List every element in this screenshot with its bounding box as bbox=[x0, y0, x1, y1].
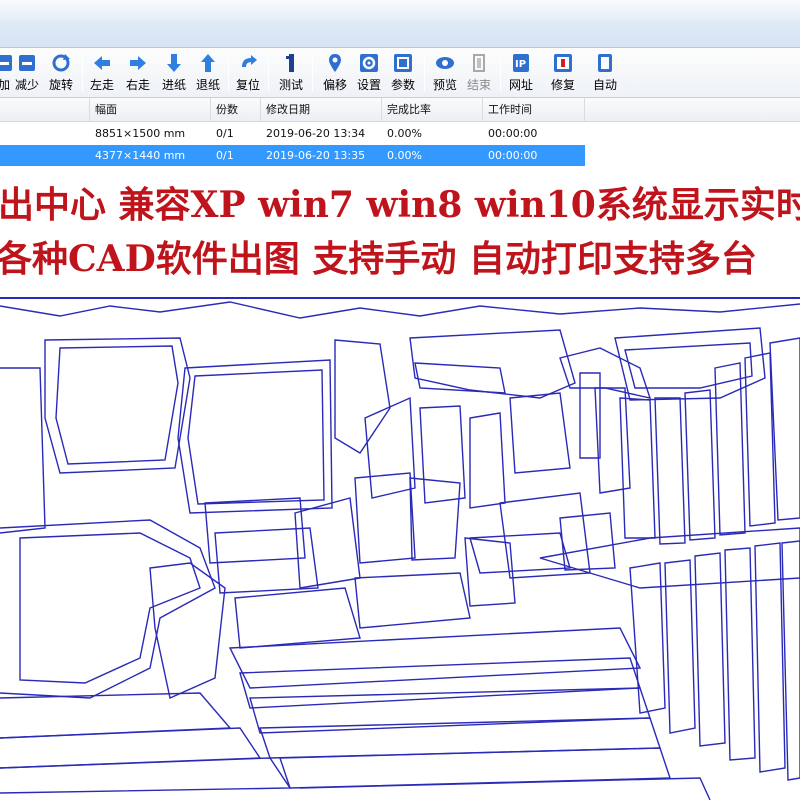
gear-icon bbox=[358, 52, 380, 74]
cell-size: 4377×1440 mm bbox=[95, 149, 186, 162]
end-button[interactable]: 结束 bbox=[464, 50, 494, 96]
move-left-button[interactable]: 左走 bbox=[88, 50, 116, 96]
cell-date: 2019-06-20 13:35 bbox=[266, 149, 366, 162]
test-icon bbox=[280, 52, 302, 74]
cell-ratio: 0.00% bbox=[387, 149, 422, 162]
rotate-icon bbox=[50, 52, 72, 74]
offset-button[interactable]: 偏移 bbox=[320, 50, 350, 96]
location-pin-icon bbox=[324, 52, 346, 74]
cell-time: 00:00:00 bbox=[488, 149, 538, 162]
table-header: 幅面 份数 修改日期 完成比率 工作时间 bbox=[0, 98, 800, 122]
settings-button[interactable]: 设置 bbox=[354, 50, 384, 96]
return-arrow-icon bbox=[237, 52, 259, 74]
job-list-table: 幅面 份数 修改日期 完成比率 工作时间 8851×1500 mm 0/1 20… bbox=[0, 98, 800, 170]
cell-ratio: 0.00% bbox=[387, 127, 422, 140]
auto-button[interactable]: 自动 bbox=[590, 50, 620, 96]
repair-icon bbox=[552, 52, 574, 74]
column-header-date[interactable]: 修改日期 bbox=[261, 98, 382, 122]
cell-copies: 0/1 bbox=[216, 127, 234, 140]
repair-button[interactable]: 修复 bbox=[548, 50, 578, 96]
parameters-icon bbox=[392, 52, 414, 74]
column-header-time[interactable]: 工作时间 bbox=[483, 98, 585, 122]
table-empty-area bbox=[585, 122, 800, 170]
cell-date: 2019-06-20 13:34 bbox=[266, 127, 366, 140]
svg-text:IP: IP bbox=[515, 59, 526, 70]
arrow-down-icon bbox=[163, 52, 185, 74]
cell-size: 8851×1500 mm bbox=[95, 127, 186, 140]
column-header-blank bbox=[0, 98, 90, 122]
preview-button[interactable]: 预览 bbox=[430, 50, 460, 96]
column-header-size[interactable]: 幅面 bbox=[90, 98, 211, 122]
ip-icon: IP bbox=[510, 52, 532, 74]
cell-copies: 0/1 bbox=[216, 149, 234, 162]
column-header-copies[interactable]: 份数 bbox=[211, 98, 261, 122]
ip-address-button[interactable]: IP 网址 bbox=[506, 50, 536, 96]
arrow-right-icon bbox=[127, 52, 149, 74]
stop-icon bbox=[468, 52, 490, 74]
add-icon bbox=[0, 52, 15, 74]
parameters-button[interactable]: 参数 bbox=[388, 50, 418, 96]
window-title-bar bbox=[0, 0, 800, 48]
eye-icon bbox=[434, 52, 456, 74]
pattern-preview-canvas[interactable] bbox=[0, 288, 800, 800]
reduce-button[interactable]: 减少 bbox=[14, 50, 40, 96]
auto-icon bbox=[594, 52, 616, 74]
arrow-up-icon bbox=[197, 52, 219, 74]
arrow-left-icon bbox=[91, 52, 113, 74]
test-button[interactable]: 测试 bbox=[276, 50, 306, 96]
column-header-ratio[interactable]: 完成比率 bbox=[382, 98, 483, 122]
minus-icon bbox=[16, 52, 38, 74]
rotate-button[interactable]: 旋转 bbox=[47, 50, 75, 96]
banner-line-2: 各种CAD软件出图 支持手动 自动打印支持多台 bbox=[0, 238, 757, 280]
retract-paper-button[interactable]: 退纸 bbox=[194, 50, 222, 96]
reset-button[interactable]: 复位 bbox=[234, 50, 262, 96]
promo-banner: 出中心 兼容XP win7 win8 win10系统显示实时 各种CAD软件出图… bbox=[0, 170, 800, 288]
table-row[interactable]: 8851×1500 mm 0/1 2019-06-20 13:34 0.00% … bbox=[0, 123, 585, 144]
table-row-selected[interactable]: 4377×1440 mm 0/1 2019-06-20 13:35 0.00% … bbox=[0, 145, 585, 166]
feed-paper-button[interactable]: 进纸 bbox=[160, 50, 188, 96]
move-right-button[interactable]: 右走 bbox=[124, 50, 152, 96]
banner-line-1: 出中心 兼容XP win7 win8 win10系统显示实时 bbox=[0, 184, 800, 226]
main-toolbar: 加 减少 旋转 左走 右走 进纸 退纸 复位 测试 偏移 设置 参数 预览 结束… bbox=[0, 48, 800, 98]
cell-time: 00:00:00 bbox=[488, 127, 538, 140]
pattern-layout-drawing bbox=[0, 297, 800, 800]
